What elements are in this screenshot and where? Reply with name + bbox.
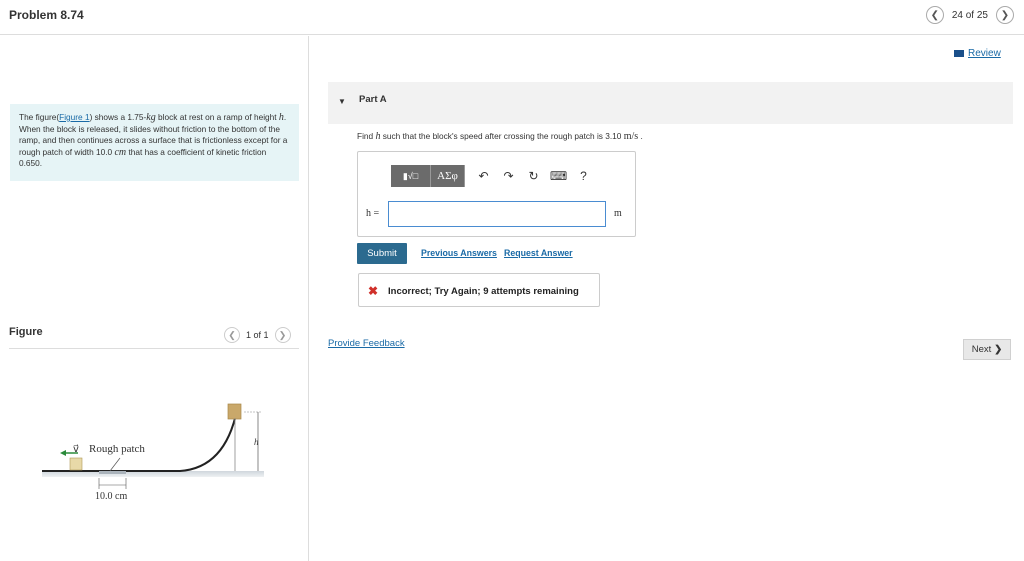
chevron-right-icon: ❯ xyxy=(994,344,1003,355)
problem-pager: ❮ 24 of 25 ❯ xyxy=(925,6,1014,24)
velocity-arrowhead xyxy=(60,450,66,456)
question-unit: m/s xyxy=(623,131,639,142)
rough-patch-label: Rough patch xyxy=(89,443,145,455)
input-label: h = xyxy=(366,208,380,219)
top-bar: Problem 8.74 ❮ 24 of 25 ❯ xyxy=(0,0,1024,35)
part-a-header[interactable]: ▼ Part A xyxy=(328,82,1013,124)
figure-counter: 1 of 1 xyxy=(246,330,269,340)
figure-pager: ❮ 1 of 1 ❯ xyxy=(224,327,291,343)
question-text: Find h such that the block's speed after… xyxy=(357,131,643,142)
question-part: such that the block's speed after crossi… xyxy=(380,131,624,141)
unit-label: m xyxy=(614,208,622,219)
problem-intro: The figure(Figure 1) shows a 1.75-kg blo… xyxy=(10,104,299,181)
chevron-right-icon[interactable]: ❯ xyxy=(996,6,1014,24)
intro-text: block at rest on a ramp of height xyxy=(155,112,279,122)
block-bottom xyxy=(69,457,83,471)
redo-icon[interactable]: ↷ xyxy=(496,169,521,183)
page-title: Problem 8.74 xyxy=(9,8,84,22)
answer-input[interactable] xyxy=(388,201,606,227)
error-x-icon: ✖ xyxy=(368,284,379,298)
review-link[interactable]: Review xyxy=(954,48,1001,59)
next-label: Next xyxy=(971,344,992,355)
question-part: . xyxy=(638,131,643,141)
provide-feedback-link[interactable]: Provide Feedback xyxy=(328,338,405,349)
collapse-triangle-icon[interactable]: ▼ xyxy=(338,97,346,106)
undo-icon[interactable]: ↶ xyxy=(471,169,496,183)
figure-heading: Figure xyxy=(9,326,43,338)
column-divider xyxy=(308,36,309,561)
rough-patch-pointer xyxy=(109,457,121,472)
intro-text: ) shows a 1.75- xyxy=(89,112,147,122)
book-icon xyxy=(954,50,964,57)
submit-button[interactable]: Submit xyxy=(357,243,407,264)
review-label: Review xyxy=(968,48,1001,59)
feedback-text: Incorrect; Try Again; 9 attempts remaini… xyxy=(388,286,579,297)
velocity-label: v⃗ xyxy=(73,444,79,455)
intro-text: The figure( xyxy=(19,112,60,122)
block-top xyxy=(227,403,242,420)
request-answer-link[interactable]: Request Answer xyxy=(504,248,573,258)
templates-button[interactable]: ▮√□ xyxy=(391,165,431,187)
rough-patch xyxy=(99,471,126,474)
answer-box: ▮√□ ΑΣφ ↶ ↷ ↻ ⌨ ? h = m xyxy=(357,151,636,237)
help-button[interactable]: ? xyxy=(571,169,596,183)
unit-kg: kg xyxy=(146,112,156,123)
previous-answers-link[interactable]: Previous Answers xyxy=(421,248,497,258)
reset-icon[interactable]: ↻ xyxy=(521,169,546,183)
greek-button[interactable]: ΑΣφ xyxy=(431,165,465,187)
ramp-diagram: h v⃗ Rough patch 10.0 cm xyxy=(42,403,264,502)
feedback-box: ✖ Incorrect; Try Again; 9 attempts remai… xyxy=(358,273,600,307)
math-toolbar: ▮√□ ΑΣφ ↶ ↷ ↻ ⌨ ? xyxy=(391,165,596,187)
next-button[interactable]: Next ❯ xyxy=(963,339,1011,360)
figure-divider xyxy=(9,348,299,349)
part-a-label: Part A xyxy=(359,94,387,105)
height-label: h xyxy=(254,437,259,447)
chevron-left-icon[interactable]: ❮ xyxy=(224,327,240,343)
unit-cm: cm xyxy=(114,146,127,158)
question-part: Find xyxy=(357,131,376,141)
figure-link[interactable]: Figure 1 xyxy=(59,112,89,122)
width-label: 10.0 cm xyxy=(95,491,127,502)
chevron-left-icon[interactable]: ❮ xyxy=(925,6,944,24)
page-counter: 24 of 25 xyxy=(951,9,988,21)
chevron-right-icon[interactable]: ❯ xyxy=(274,327,291,343)
keyboard-icon[interactable]: ⌨ xyxy=(546,169,571,183)
